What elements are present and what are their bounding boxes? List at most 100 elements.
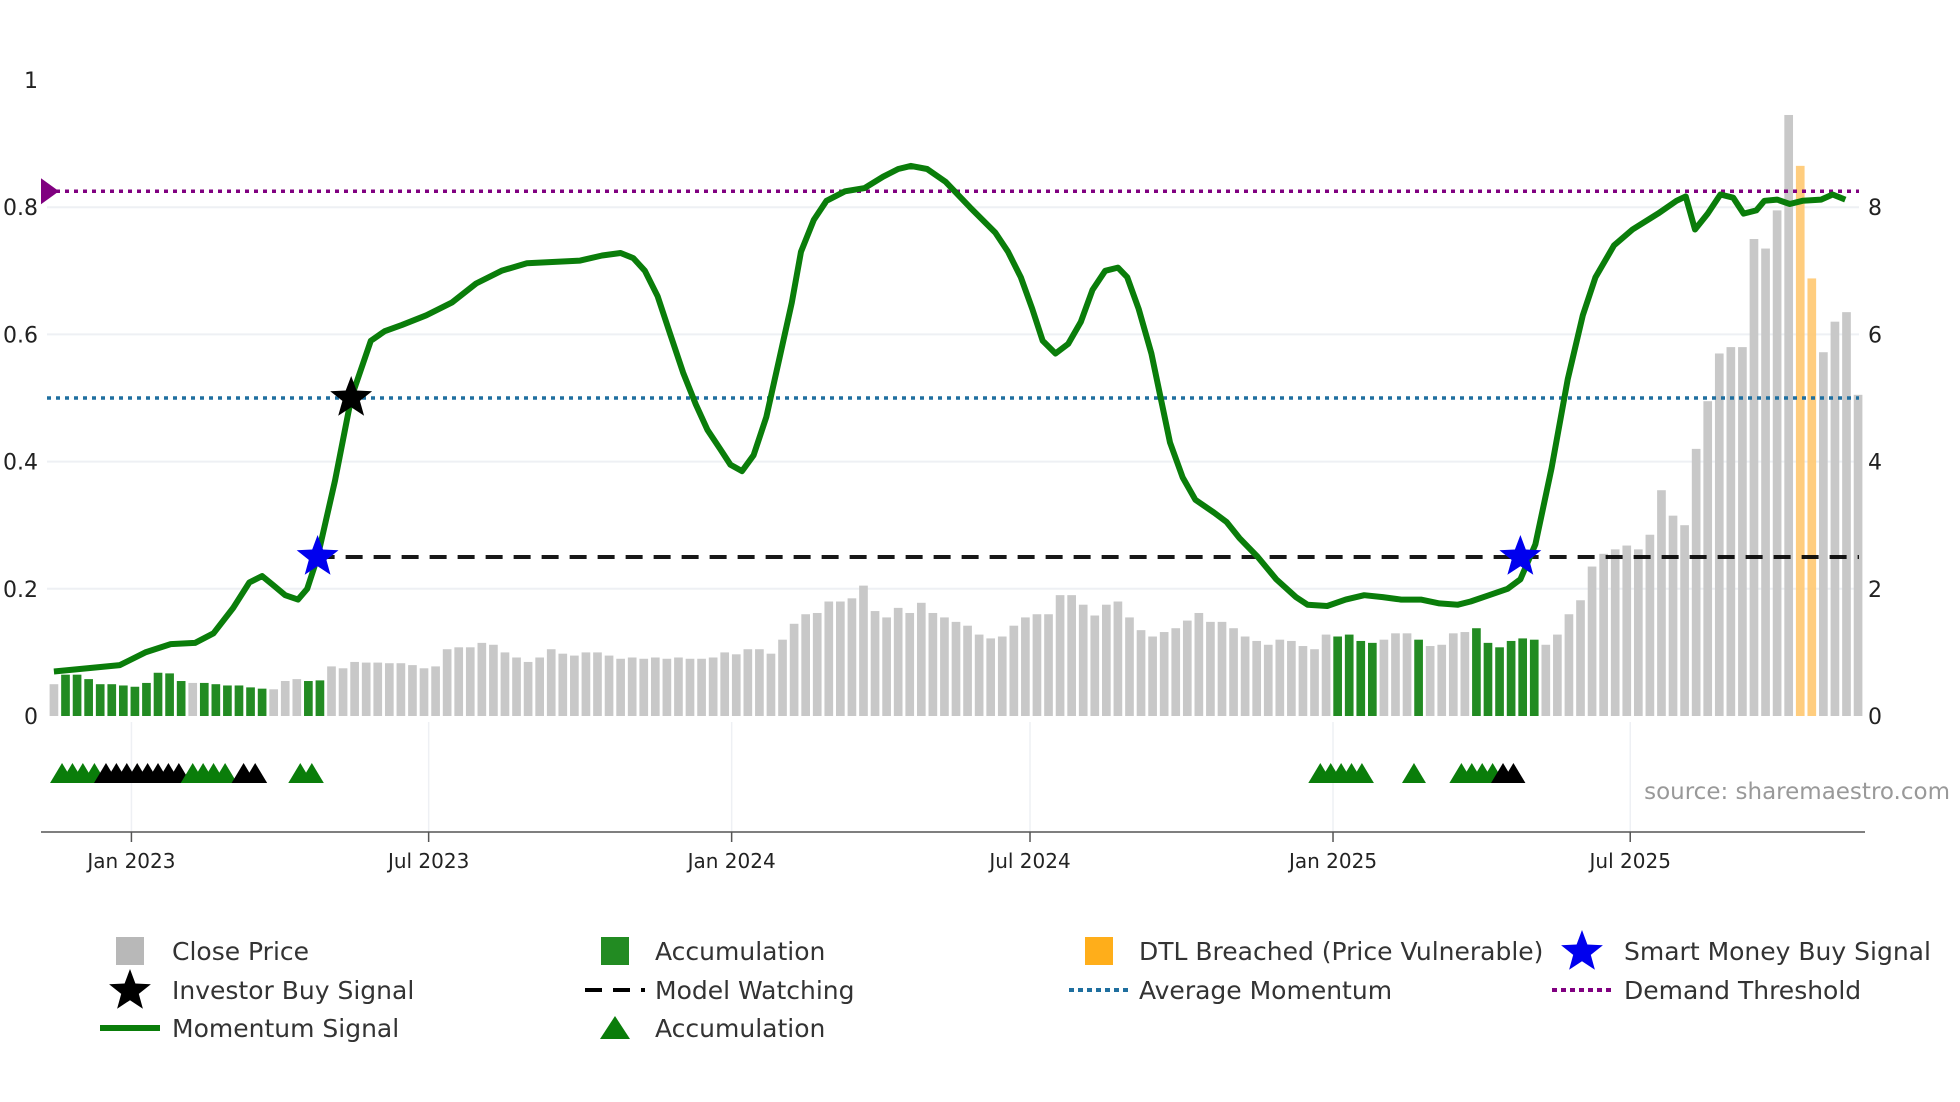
close-price-bar — [893, 607, 903, 716]
close-price-bar — [454, 647, 464, 716]
close-price-bars — [49, 114, 1863, 717]
close-price-bar — [812, 612, 822, 716]
x-tick-label: Jan 2025 — [1287, 849, 1377, 873]
legend-label: Accumulation — [655, 937, 825, 966]
accumulation-bar — [223, 685, 232, 716]
accumulation-bar — [1333, 636, 1342, 716]
close-price-bar — [1287, 640, 1296, 716]
close-price-bar — [778, 639, 787, 716]
legend-label: Momentum Signal — [172, 1014, 399, 1043]
close-price-bar — [1587, 566, 1597, 716]
accumulation-bar — [1529, 639, 1539, 716]
close-price-bar — [1159, 632, 1169, 716]
close-price-bar — [558, 653, 568, 716]
left-tick-label: 1 — [24, 69, 38, 94]
demand-threshold-marker — [41, 178, 59, 205]
close-price-bar — [604, 655, 614, 716]
accumulation-bar — [72, 674, 82, 716]
accumulation-bar — [1472, 628, 1481, 716]
momentum-signal-line — [53, 162, 1847, 675]
blue-star-legend-icon — [1561, 930, 1603, 970]
reference-lines — [41, 162, 1859, 675]
legend-label: DTL Breached (Price Vulnerable) — [1139, 937, 1543, 966]
close-price-bar — [1691, 448, 1701, 716]
close-price-bar — [1645, 534, 1655, 716]
close-price-bar — [1067, 595, 1076, 716]
close-price-bar — [535, 657, 545, 716]
close-price-bar — [940, 617, 949, 716]
right-tick-label: 6 — [1868, 323, 1882, 348]
close-price-bar — [1078, 604, 1088, 716]
right-tick-label: 4 — [1868, 451, 1882, 476]
close-price-bar — [1714, 353, 1724, 716]
accumulation-bar — [1518, 638, 1528, 716]
close-price-bar — [616, 658, 625, 716]
accumulation-bar — [107, 684, 117, 716]
accumulation-bar — [84, 679, 93, 716]
x-tick-label: Jan 2024 — [686, 849, 776, 873]
accumulation-bar — [61, 674, 70, 716]
close-price-bar — [824, 601, 834, 716]
signal-markers — [50, 376, 1542, 783]
dtl-breached-bar — [1795, 165, 1805, 717]
close-price-bar — [662, 658, 672, 716]
close-price-bar — [1113, 601, 1123, 716]
close-price-bar — [1136, 630, 1146, 716]
close-price-bar — [1842, 312, 1851, 716]
accumulation-bar — [1356, 640, 1366, 716]
accumulation-bar — [142, 682, 151, 716]
close-price-bar — [1460, 632, 1470, 716]
close-price-bar — [674, 657, 683, 716]
close-price-bar — [1633, 549, 1643, 716]
close-price-bar — [1379, 639, 1389, 716]
right-tick-label: 2 — [1868, 578, 1882, 603]
close-price-bar — [1206, 621, 1215, 716]
close-price-bar — [442, 649, 452, 716]
close-price-bar — [1553, 634, 1562, 716]
close-price-bar — [292, 679, 302, 716]
accumulation-bar — [315, 680, 325, 716]
accumulation-bar — [165, 673, 174, 716]
orange-square-legend-icon — [1085, 937, 1113, 965]
close-price-bar — [1599, 553, 1608, 716]
close-price-bar — [627, 657, 637, 716]
close-price-bar — [882, 617, 891, 716]
close-price-bar — [708, 657, 718, 716]
accumulation-bar — [199, 682, 209, 716]
close-price-bar — [1055, 595, 1065, 716]
close-price-bar — [720, 652, 730, 716]
close-price-bar — [1125, 617, 1134, 716]
close-price-bar — [986, 638, 996, 716]
close-price-bar — [859, 585, 868, 716]
close-price-bar — [1680, 525, 1689, 716]
close-price-bar — [731, 654, 741, 716]
legend-label: Average Momentum — [1139, 976, 1392, 1005]
close-price-bar — [1437, 644, 1447, 716]
close-price-bar — [1240, 636, 1250, 716]
left-tick-label: 0.2 — [3, 578, 38, 603]
left-tick-label: 0.8 — [3, 196, 38, 221]
accumulation-bar — [1506, 640, 1516, 716]
close-price-bar — [1564, 614, 1574, 716]
close-price-bar — [766, 653, 776, 716]
close-price-bar — [1657, 490, 1666, 716]
close-price-bar — [1252, 640, 1262, 716]
close-price-bar — [836, 601, 845, 716]
close-price-bar — [1772, 210, 1782, 716]
close-price-bar — [1032, 614, 1042, 716]
accumulation-bar — [153, 672, 163, 716]
accumulation-bar — [176, 681, 186, 716]
dtl-breached-bar — [1807, 278, 1817, 716]
close-price-bar — [338, 668, 348, 716]
close-price-bar — [1009, 625, 1019, 716]
close-price-bar — [581, 652, 591, 716]
close-price-bar — [1321, 634, 1331, 716]
close-price-bar — [1819, 352, 1828, 716]
accumulation-triangle-marker — [1401, 763, 1426, 783]
close-price-bar — [755, 649, 764, 716]
close-price-bar — [1044, 614, 1053, 716]
accumulation-bar — [118, 685, 128, 716]
accumulation-bar — [1367, 642, 1377, 716]
black-star-legend-icon — [109, 969, 151, 1009]
close-price-bar — [1576, 600, 1585, 716]
